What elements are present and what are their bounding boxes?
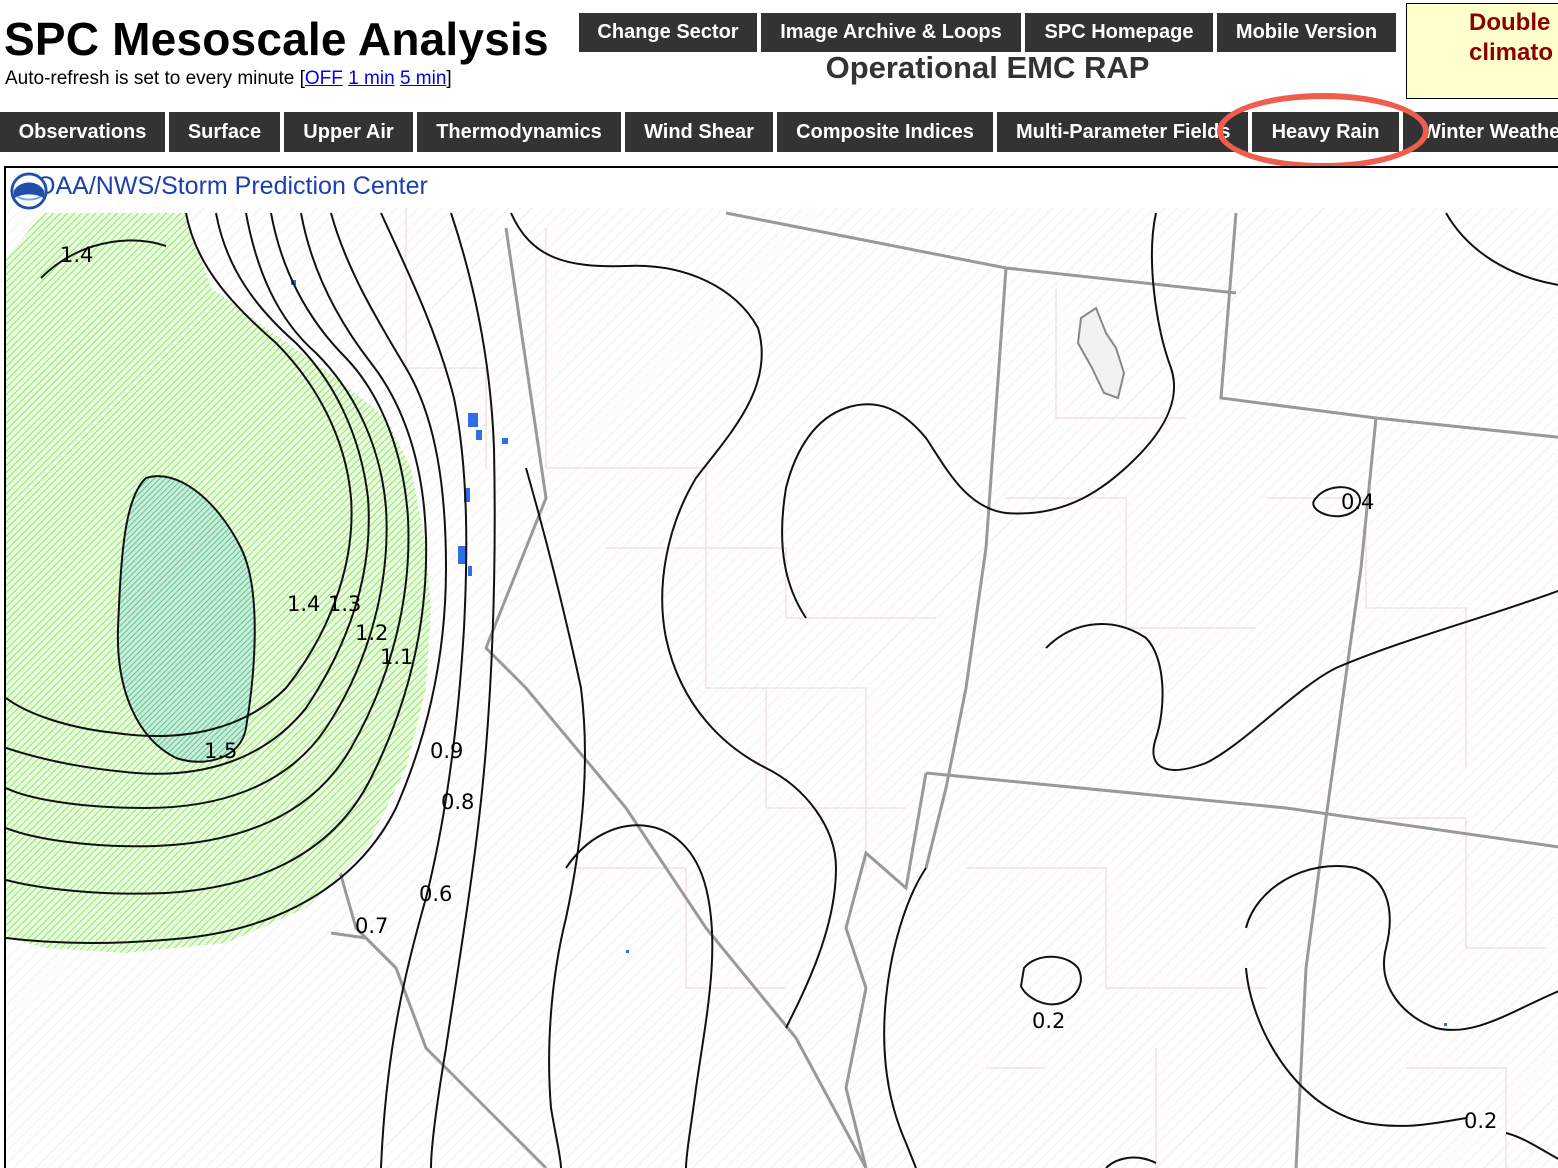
- contour-label: 1.4: [60, 243, 93, 267]
- auto-refresh-line: Auto-refresh is set to every minute [OFF…: [5, 68, 452, 90]
- map-panel: 1.4 1.4 1.3 1.2 1.1 1.5 0.9 0.8 0.6 0.7 …: [4, 166, 1558, 1168]
- contour-label: 0.2: [1464, 1109, 1497, 1133]
- tab-composite-indices[interactable]: Composite Indices: [777, 112, 993, 152]
- tab-wind-shear[interactable]: Wind Shear: [625, 112, 773, 152]
- mobile-version-button[interactable]: Mobile Version: [1217, 13, 1396, 52]
- notice-line-2: climato: [1469, 39, 1554, 66]
- map-credit-text: NOAA/NWS/Storm Prediction Center: [18, 172, 428, 200]
- contour-label: 0.2: [1032, 1009, 1065, 1033]
- contour-label: 0.4: [1341, 490, 1374, 514]
- contour-label: 1.5: [204, 739, 237, 763]
- refresh-prefix: Auto-refresh is set to every minute [: [5, 68, 305, 89]
- tab-upper-air[interactable]: Upper Air: [284, 112, 413, 152]
- contour-label: 0.8: [441, 790, 474, 814]
- tab-thermodynamics[interactable]: Thermodynamics: [417, 112, 621, 152]
- contour-label: 0.6: [419, 882, 452, 906]
- model-name: Operational EMC RAP: [825, 50, 1150, 85]
- contour-label: 0.9: [430, 739, 463, 763]
- notice-line-1: Double: [1469, 9, 1551, 36]
- notice-box[interactable]: Double climato: [1406, 3, 1558, 99]
- tab-multi-parameter-fields[interactable]: Multi-Parameter Fields: [997, 112, 1248, 152]
- tab-surface[interactable]: Surface: [169, 112, 280, 152]
- contour-label: 0.7: [355, 914, 388, 938]
- contour-label: 1.2: [355, 621, 388, 645]
- page-title: SPC Mesoscale Analysis: [4, 13, 549, 65]
- tab-observations[interactable]: Observations: [0, 112, 165, 152]
- change-sector-button[interactable]: Change Sector: [579, 13, 757, 52]
- tab-heavy-rain[interactable]: Heavy Rain: [1252, 112, 1399, 152]
- contour-label: 1.1: [380, 645, 413, 669]
- notice-text: Double climato: [1469, 8, 1558, 68]
- map-image: 1.4 1.4 1.3 1.2 1.1 1.5 0.9 0.8 0.6 0.7 …: [6, 208, 1558, 1168]
- spc-homepage-button[interactable]: SPC Homepage: [1025, 13, 1213, 52]
- contour-label: 1.3: [328, 592, 361, 616]
- noaa-logo-icon: [10, 172, 48, 210]
- refresh-suffix: ]: [446, 68, 452, 89]
- tab-winter-weather[interactable]: Winter Weather: [1403, 112, 1558, 152]
- category-nav: Observations Surface Upper Air Thermodyn…: [0, 112, 1558, 152]
- contour-label: 1.4: [287, 592, 320, 616]
- image-archive-button[interactable]: Image Archive & Loops: [761, 13, 1021, 52]
- refresh-off-link[interactable]: OFF: [305, 68, 343, 89]
- refresh-5min-link[interactable]: 5 min: [400, 68, 446, 89]
- map-credit: NOAA/NWS/Storm Prediction Center: [10, 172, 428, 210]
- refresh-1min-link[interactable]: 1 min: [348, 68, 394, 89]
- tab-winter-weather-label: Winter Weather: [1422, 120, 1558, 143]
